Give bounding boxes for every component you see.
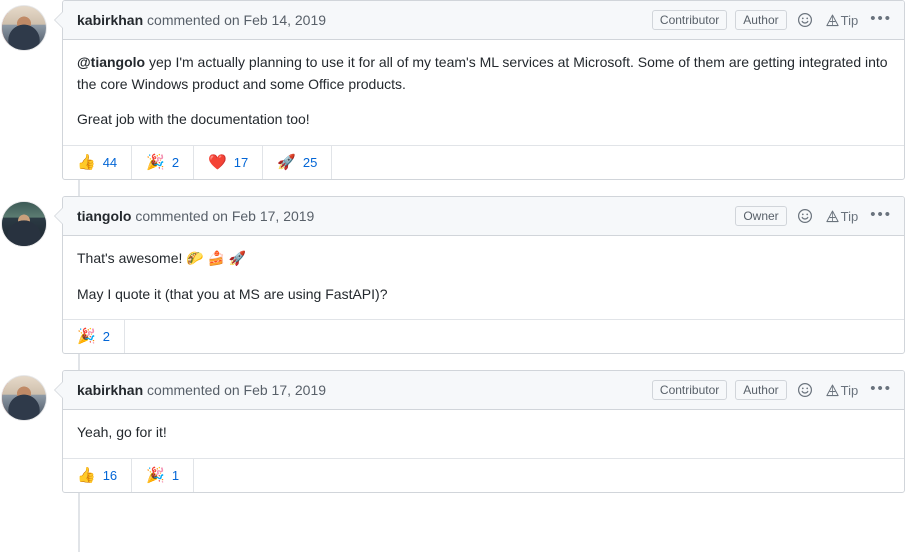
comment-options-kebab-icon[interactable]: ••• <box>870 11 892 29</box>
comment: kabirkhan commented on Feb 17, 2019 Contr… <box>0 370 916 494</box>
tip-label: Tip <box>840 208 859 224</box>
comment-header: kabirkhan commented on Feb 17, 2019 Contr… <box>63 371 904 411</box>
party-popper-icon: 🎉 <box>146 153 165 172</box>
add-reaction-smiley-icon[interactable] <box>797 12 813 28</box>
thumbs-up-icon: 👍 <box>77 153 96 172</box>
avatar-image <box>2 6 46 50</box>
reaction-count: 2 <box>171 155 180 171</box>
reactions-bar: 👍 16 🎉 1 <box>63 458 904 493</box>
tip-button[interactable]: Tip <box>825 208 859 224</box>
role-badge-owner[interactable]: Owner <box>735 206 787 227</box>
comment-timestamp[interactable]: commented on Feb 14, 2019 <box>143 12 326 28</box>
comment-bubble: kabirkhan commented on Feb 17, 2019 Contr… <box>54 370 905 494</box>
reaction-rocket[interactable]: 🚀 25 <box>263 146 333 180</box>
avatar[interactable] <box>2 376 46 421</box>
heart-icon: ❤️ <box>208 153 227 172</box>
comment-options-kebab-icon[interactable]: ••• <box>870 207 892 225</box>
reaction-thumbs-up[interactable]: 👍 44 <box>63 146 133 180</box>
comment-body: Yeah, go for it! <box>63 410 904 458</box>
comment-timestamp[interactable]: commented on Feb 17, 2019 <box>143 382 326 398</box>
comment-body: That's awesome! 🌮 🍰 🚀 May I quote it (tha… <box>63 236 904 319</box>
party-popper-icon: 🎉 <box>77 327 96 346</box>
tip-pyramid-icon <box>825 13 841 28</box>
comment-paragraph: Great job with the documentation too! <box>77 109 890 131</box>
comment-paragraph: Yeah, go for it! <box>77 422 890 444</box>
comment-author-name[interactable]: kabirkhan <box>77 12 143 28</box>
reaction-count: 25 <box>302 155 318 171</box>
comment-paragraph: May I quote it (that you at MS are using… <box>77 284 890 306</box>
tip-button[interactable]: Tip <box>825 382 859 398</box>
issue-comment-thread: kabirkhan commented on Feb 14, 2019 Contr… <box>0 0 916 552</box>
comment-text: yep I'm actually planning to use it for … <box>77 54 888 92</box>
comment-text: May I quote it (that you at MS are using… <box>77 285 388 302</box>
comment-text: Great job with the documentation too! <box>77 111 310 128</box>
reaction-count: 17 <box>233 155 249 171</box>
comment: tiangolo commented on Feb 17, 2019 Owner T… <box>0 196 916 355</box>
user-mention[interactable]: @tiangolo <box>77 54 145 70</box>
comment-bubble: kabirkhan commented on Feb 14, 2019 Contr… <box>54 0 905 181</box>
rocket-icon: 🚀 <box>277 153 296 172</box>
comment-author-name[interactable]: kabirkhan <box>77 382 143 398</box>
comment-text: Yeah, go for it! <box>77 424 167 441</box>
thumbs-up-icon: 👍 <box>77 466 96 485</box>
reaction-count: 1 <box>171 468 180 484</box>
tip-pyramid-icon <box>825 209 841 224</box>
tip-label: Tip <box>840 382 859 398</box>
comment-options-kebab-icon[interactable]: ••• <box>870 381 892 399</box>
reaction-party-popper[interactable]: 🎉 2 <box>63 320 125 354</box>
role-badge-author[interactable]: Author <box>735 380 787 401</box>
reactions-empty-space <box>332 146 904 179</box>
reactions-bar: 🎉 2 <box>63 319 904 354</box>
tip-pyramid-icon <box>825 383 841 398</box>
comment-timestamp[interactable]: commented on Feb 17, 2019 <box>131 208 314 224</box>
comment-author-name[interactable]: tiangolo <box>77 208 131 224</box>
reaction-party-popper[interactable]: 🎉 1 <box>132 459 195 493</box>
reactions-bar: 👍 44 🎉 2 ❤️ 17 🚀 25 <box>63 145 904 180</box>
comment-bubble: tiangolo commented on Feb 17, 2019 Owner T… <box>54 196 905 355</box>
avatar-image <box>2 376 46 421</box>
add-reaction-smiley-icon[interactable] <box>797 382 813 398</box>
comment-paragraph: That's awesome! 🌮 🍰 🚀 <box>77 248 890 270</box>
reaction-count: 16 <box>102 468 118 484</box>
reaction-thumbs-up[interactable]: 👍 16 <box>63 459 133 493</box>
comment-body: @tiangolo yep I'm actually planning to u… <box>63 40 904 145</box>
role-badge-contributor[interactable]: Contributor <box>651 10 728 30</box>
comment-header: kabirkhan commented on Feb 14, 2019 Contr… <box>63 1 904 40</box>
comment-gap <box>0 354 916 370</box>
reactions-empty-space <box>125 320 904 353</box>
comment-paragraph: @tiangolo yep I'm actually planning to u… <box>77 52 890 95</box>
tip-label: Tip <box>840 12 859 28</box>
reaction-heart[interactable]: ❤️ 17 <box>194 146 264 180</box>
reaction-party-popper[interactable]: 🎉 2 <box>132 146 195 180</box>
comment-header: tiangolo commented on Feb 17, 2019 Owner T… <box>63 197 904 237</box>
reaction-count: 44 <box>102 155 118 171</box>
comment-gap <box>0 180 916 196</box>
role-badge-contributor[interactable]: Contributor <box>651 380 728 401</box>
add-reaction-smiley-icon[interactable] <box>797 208 813 224</box>
party-popper-icon: 🎉 <box>146 466 165 485</box>
avatar[interactable] <box>2 202 46 247</box>
reactions-empty-space <box>194 459 904 492</box>
comment-text: That's awesome! 🌮 🍰 🚀 <box>77 250 247 267</box>
comment: kabirkhan commented on Feb 14, 2019 Contr… <box>0 0 916 181</box>
avatar[interactable] <box>2 6 46 50</box>
comment-author-line: kabirkhan commented on Feb 17, 2019 <box>77 382 326 398</box>
reaction-count: 2 <box>102 329 110 345</box>
avatar-image <box>2 202 46 247</box>
role-badge-author[interactable]: Author <box>735 10 787 30</box>
comment-author-line: kabirkhan commented on Feb 14, 2019 <box>77 12 326 28</box>
tip-button[interactable]: Tip <box>825 12 859 28</box>
comment-author-line: tiangolo commented on Feb 17, 2019 <box>77 208 314 224</box>
